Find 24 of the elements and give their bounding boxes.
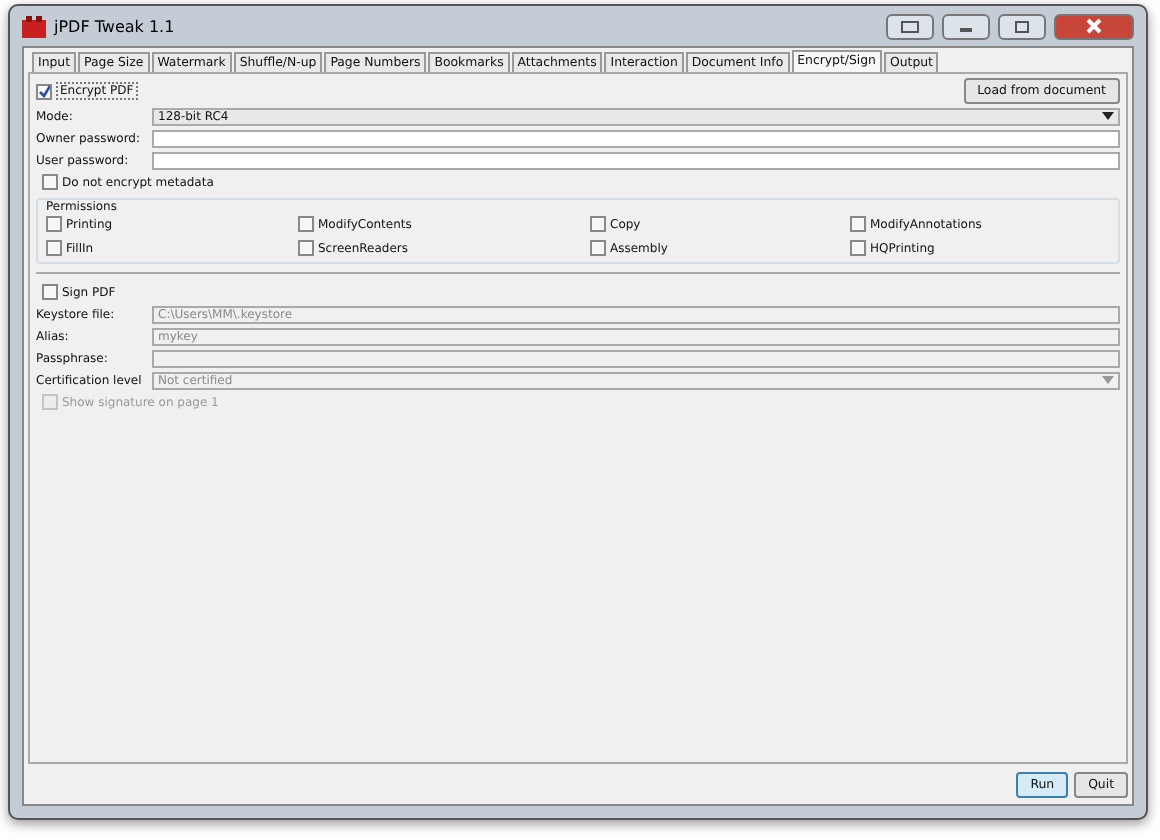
caret-icon: [1102, 376, 1114, 384]
window-icon: [900, 19, 920, 33]
checkbox[interactable]: [850, 216, 866, 232]
close-icon: [1084, 18, 1104, 34]
checkbox[interactable]: [46, 216, 62, 232]
maximize-icon: [1012, 19, 1032, 33]
app-icon: [22, 15, 46, 37]
checkbox[interactable]: [298, 216, 314, 232]
restore-button[interactable]: [886, 13, 934, 39]
password-field[interactable]: [152, 129, 1120, 147]
window-title: jPDF Tweak 1.1: [54, 17, 175, 35]
caret-icon: [1102, 112, 1114, 120]
checkbox[interactable]: [46, 240, 62, 256]
checkbox[interactable]: [298, 240, 314, 256]
checkbox[interactable]: [850, 240, 866, 256]
password-field[interactable]: [152, 151, 1120, 169]
checkbox[interactable]: [42, 174, 58, 190]
checkbox[interactable]: [42, 284, 58, 300]
checkbox[interactable]: [590, 216, 606, 232]
maximize-button[interactable]: [998, 13, 1046, 39]
close-button[interactable]: [1054, 13, 1134, 39]
checkbox[interactable]: [590, 240, 606, 256]
minimize-button[interactable]: [942, 13, 990, 39]
checkbox[interactable]: [36, 83, 52, 99]
